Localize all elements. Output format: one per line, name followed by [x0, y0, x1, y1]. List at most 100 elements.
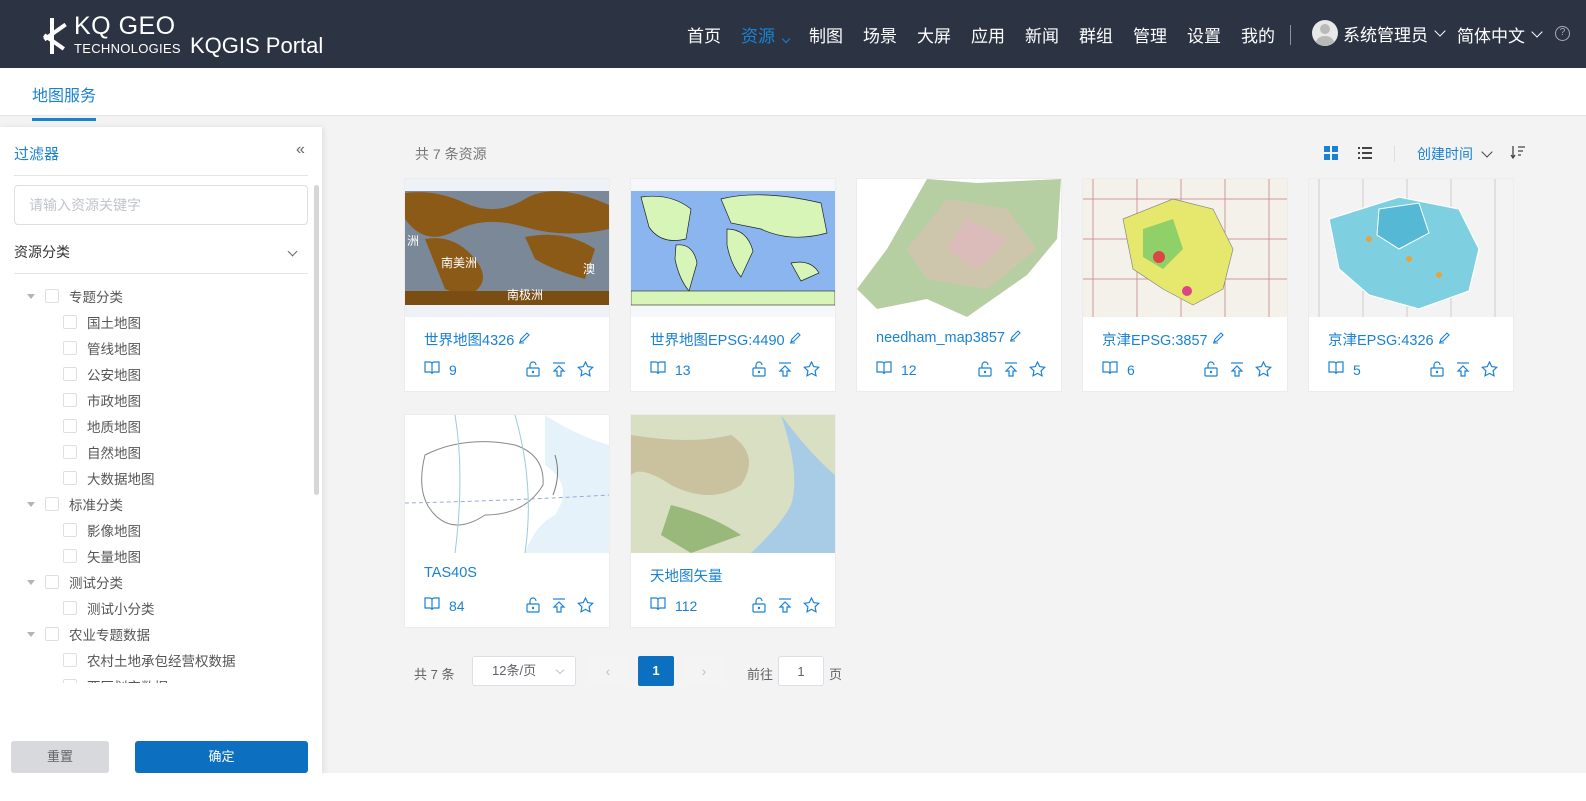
edit-pencil-icon[interactable] — [1438, 331, 1451, 348]
tab-map-services[interactable]: 地图服务 — [32, 82, 97, 121]
category-checkbox[interactable] — [63, 445, 77, 459]
nav-item-0[interactable]: 首页 — [687, 22, 721, 47]
star-icon[interactable] — [567, 596, 594, 618]
star-icon[interactable] — [793, 360, 820, 382]
tree-subcategory-node[interactable]: 影像地图 — [0, 517, 312, 543]
next-page-button[interactable]: › — [686, 656, 722, 686]
nav-item-8[interactable]: 管理 — [1133, 22, 1167, 47]
sort-field-select[interactable]: 创建时间 — [1417, 144, 1493, 164]
card-title-link[interactable]: needham_map3857 — [876, 329, 1022, 346]
category-checkbox[interactable] — [63, 471, 77, 485]
nav-item-5[interactable]: 应用 — [971, 22, 1005, 47]
upload-icon[interactable] — [767, 361, 793, 382]
category-checkbox[interactable] — [45, 627, 59, 641]
kq-geo-logo[interactable]: KQ GEO TECHNOLOGIES — [40, 14, 181, 55]
resource-card[interactable]: 南美洲 南极洲 洲澳世界地图4326 9 — [404, 178, 610, 392]
confirm-button[interactable]: 确定 — [135, 741, 308, 773]
expand-toggle-icon[interactable] — [27, 631, 35, 637]
tree-category-node[interactable]: 测试分类 — [0, 569, 312, 595]
language-selector[interactable]: 简体中文 — [1457, 22, 1543, 47]
tree-category-node[interactable]: 农业专题数据 — [0, 621, 312, 647]
goto-page-input[interactable] — [778, 656, 824, 686]
tree-subcategory-node[interactable]: 自然地图 — [0, 439, 312, 465]
resource-card[interactable]: 世界地图EPSG:4490 13 — [630, 178, 836, 392]
category-checkbox[interactable] — [63, 679, 77, 683]
upload-icon[interactable] — [541, 597, 567, 618]
card-title-link[interactable]: 世界地图EPSG:4490 — [650, 329, 802, 350]
collapse-sidebar-icon[interactable]: « — [296, 141, 305, 159]
edit-pencil-icon[interactable] — [789, 331, 802, 348]
category-checkbox[interactable] — [63, 367, 77, 381]
upload-icon[interactable] — [541, 361, 567, 382]
edit-pencil-icon[interactable] — [1212, 331, 1225, 348]
resource-card[interactable]: needham_map3857 12 — [856, 178, 1062, 392]
map-thumbnail[interactable] — [1083, 179, 1287, 317]
help-icon[interactable]: ? — [1555, 26, 1570, 41]
expand-toggle-icon[interactable] — [27, 579, 35, 585]
tree-subcategory-node[interactable]: 国土地图 — [0, 309, 312, 335]
expand-toggle-icon[interactable] — [27, 501, 35, 507]
nav-item-9[interactable]: 设置 — [1187, 22, 1221, 47]
nav-item-10[interactable]: 我的 — [1241, 22, 1275, 47]
tree-subcategory-node[interactable]: 农村土地承包经营权数据 — [0, 647, 312, 673]
nav-item-4[interactable]: 大屏 — [917, 22, 951, 47]
resource-card[interactable]: TAS40S 84 — [404, 414, 610, 628]
category-checkbox[interactable] — [63, 315, 77, 329]
resource-category-label[interactable]: 资源分类 — [14, 242, 70, 262]
card-title-link[interactable]: 世界地图4326 — [424, 329, 531, 350]
star-icon[interactable] — [793, 596, 820, 618]
nav-item-7[interactable]: 群组 — [1079, 22, 1113, 47]
lock-icon[interactable] — [1419, 361, 1445, 382]
tree-subcategory-node[interactable]: 管线地图 — [0, 335, 312, 361]
card-title-link[interactable]: 天地图矢量 — [650, 565, 723, 586]
tree-subcategory-node[interactable]: 市政地图 — [0, 387, 312, 413]
lock-icon[interactable] — [741, 597, 767, 618]
grid-view-icon[interactable] — [1324, 146, 1338, 160]
category-checkbox[interactable] — [63, 601, 77, 615]
tree-subcategory-node[interactable]: 测试小分类 — [0, 595, 312, 621]
list-view-icon[interactable] — [1358, 147, 1372, 159]
edit-pencil-icon[interactable] — [1009, 329, 1022, 346]
lock-icon[interactable] — [741, 361, 767, 382]
card-title-link[interactable]: 京津EPSG:3857 — [1102, 329, 1225, 350]
star-icon[interactable] — [1471, 360, 1498, 382]
category-checkbox[interactable] — [63, 653, 77, 667]
category-checkbox[interactable] — [45, 497, 59, 511]
prev-page-button[interactable]: ‹ — [590, 656, 626, 686]
nav-item-6[interactable]: 新闻 — [1025, 22, 1059, 47]
sort-order-icon[interactable] — [1510, 144, 1526, 163]
star-icon[interactable] — [1019, 360, 1046, 382]
upload-icon[interactable] — [767, 597, 793, 618]
card-title-link[interactable]: TAS40S — [424, 565, 477, 581]
expand-toggle-icon[interactable] — [27, 293, 35, 299]
nav-item-2[interactable]: 制图 — [809, 22, 843, 47]
map-thumbnail[interactable] — [1309, 179, 1513, 317]
page-size-select[interactable]: 12条/页 — [472, 656, 576, 686]
tree-subcategory-node[interactable]: 大数据地图 — [0, 465, 312, 491]
tree-category-node[interactable]: 专题分类 — [0, 283, 312, 309]
category-checkbox[interactable] — [63, 341, 77, 355]
edit-pencil-icon[interactable] — [518, 331, 531, 348]
category-checkbox[interactable] — [63, 549, 77, 563]
map-thumbnail[interactable] — [631, 179, 835, 317]
star-icon[interactable] — [567, 360, 594, 382]
tree-category-node[interactable]: 标准分类 — [0, 491, 312, 517]
lock-icon[interactable] — [1193, 361, 1219, 382]
nav-item-1[interactable]: 资源 — [741, 22, 791, 47]
current-page-button[interactable]: 1 — [638, 656, 674, 686]
category-checkbox[interactable] — [63, 393, 77, 407]
category-checkbox[interactable] — [45, 289, 59, 303]
resource-card[interactable]: 京津EPSG:3857 6 — [1082, 178, 1288, 392]
resource-search-input[interactable] — [14, 185, 308, 225]
map-thumbnail[interactable] — [857, 179, 1061, 317]
card-title-link[interactable]: 京津EPSG:4326 — [1328, 329, 1451, 350]
tree-subcategory-node[interactable]: 公安地图 — [0, 361, 312, 387]
lock-icon[interactable] — [967, 361, 993, 382]
map-thumbnail[interactable] — [631, 415, 835, 553]
reset-button[interactable]: 重置 — [11, 741, 109, 773]
lock-icon[interactable] — [515, 361, 541, 382]
map-thumbnail[interactable]: 南美洲 南极洲 洲澳 — [405, 179, 609, 317]
category-checkbox[interactable] — [63, 523, 77, 537]
map-thumbnail[interactable] — [405, 415, 609, 553]
resource-card[interactable]: 京津EPSG:4326 5 — [1308, 178, 1514, 392]
